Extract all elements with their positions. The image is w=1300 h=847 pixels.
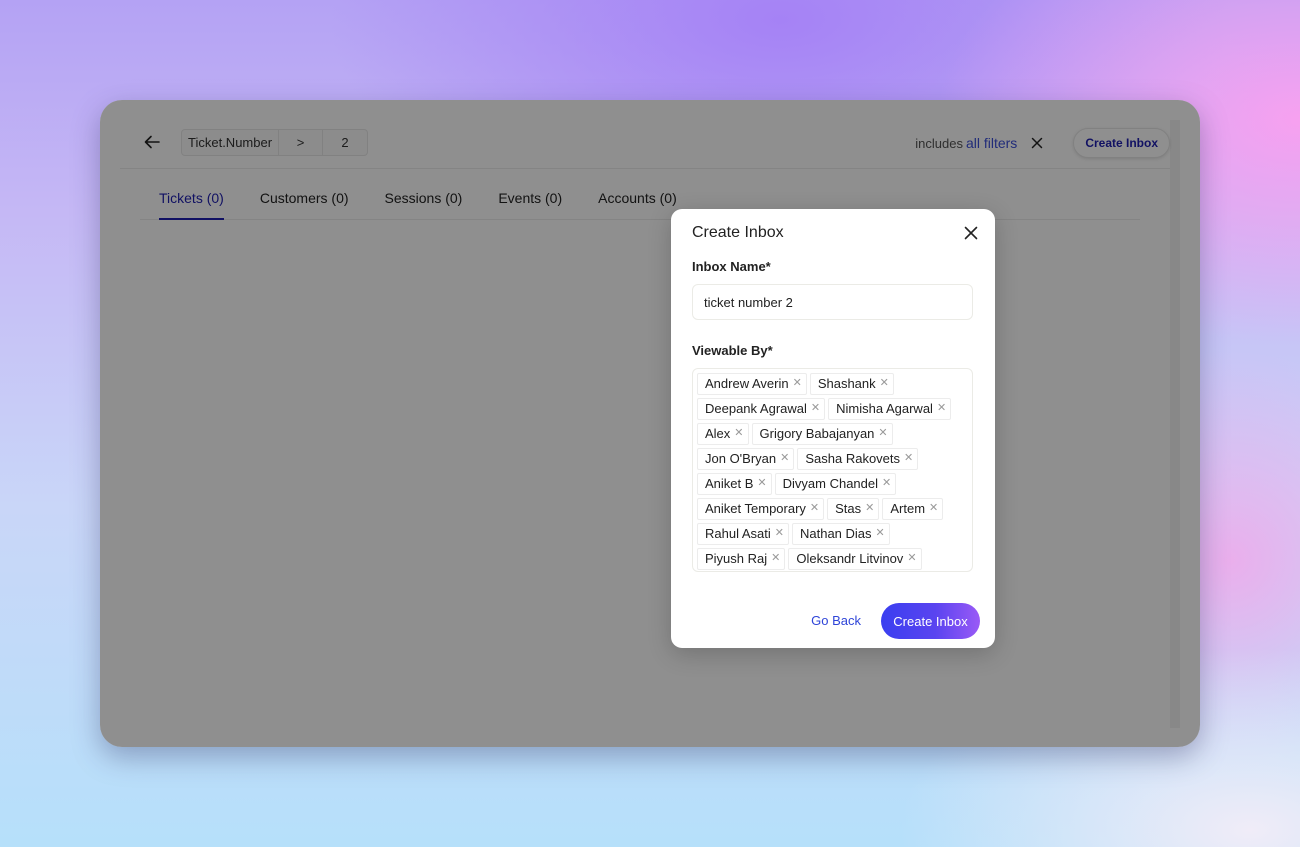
viewer-chip: Piyush Raj ✕ (697, 547, 786, 570)
viewer-chip: Shashank ✕ (809, 372, 894, 395)
remove-chip-icon[interactable]: ✕ (757, 478, 766, 489)
remove-chip-icon[interactable]: ✕ (865, 503, 874, 514)
go-back-button[interactable]: Go Back (811, 613, 861, 628)
viewer-chip-label: Aniket Temporary (705, 501, 806, 516)
viewer-chip-label: Alex (705, 426, 731, 441)
remove-chip-icon[interactable]: ✕ (734, 428, 743, 439)
close-icon (964, 226, 978, 240)
viewer-chip-label: Andrew Averin (705, 376, 789, 391)
viewer-chip: Divyam Chandel ✕ (774, 472, 897, 495)
remove-chip-icon[interactable]: ✕ (876, 528, 885, 539)
viewer-chip: Nimisha Agarwal ✕ (828, 397, 952, 420)
viewer-chip: Aniket B ✕ (697, 472, 772, 495)
viewer-chip-label: Oleksandr Litvinov (796, 551, 904, 566)
remove-chip-icon[interactable]: ✕ (904, 453, 913, 464)
viewer-chip-label: Rahul Asati (705, 526, 771, 541)
app-window: Ticket.Number > 2 includes all filters C… (100, 100, 1200, 747)
viewer-chip: Deepank Agrawal ✕ (697, 397, 826, 420)
viewer-chip-label: Grigory Babajanyan (759, 426, 875, 441)
viewer-chip-label: Nimisha Agarwal (836, 401, 933, 416)
viewer-chip: Jon O'Bryan ✕ (697, 447, 795, 470)
viewer-chip-label: Divyam Chandel (782, 476, 879, 491)
viewable-by-label: Viewable By* (692, 343, 773, 358)
remove-chip-icon[interactable]: ✕ (811, 403, 820, 414)
viewer-chip-label: Sasha Rakovets (805, 451, 901, 466)
remove-chip-icon[interactable]: ✕ (771, 553, 780, 564)
dialog-title: Create Inbox (692, 224, 784, 241)
create-inbox-dialog: Create Inbox Inbox Name* Viewable By* An… (671, 209, 995, 648)
create-inbox-button[interactable]: Create Inbox (881, 603, 980, 639)
viewer-chip-label: Deepank Agrawal (705, 401, 807, 416)
viewer-chip: Grigory Babajanyan ✕ (751, 422, 893, 445)
remove-chip-icon[interactable]: ✕ (810, 503, 819, 514)
viewer-chip: Oleksandr Litvinov ✕ (788, 547, 922, 570)
viewer-chip: Aniket Temporary ✕ (697, 497, 825, 520)
remove-chip-icon[interactable]: ✕ (878, 428, 887, 439)
viewer-chip-label: Stas (835, 501, 862, 516)
inbox-name-input[interactable] (692, 284, 973, 320)
remove-chip-icon[interactable]: ✕ (780, 453, 789, 464)
viewer-chip-label: Aniket B (705, 476, 754, 491)
remove-chip-icon[interactable]: ✕ (907, 553, 916, 564)
remove-chip-icon[interactable]: ✕ (929, 503, 938, 514)
remove-chip-icon[interactable]: ✕ (775, 528, 784, 539)
viewer-chip-label: Jon O'Bryan (705, 451, 777, 466)
viewer-chip: Andrew Averin ✕ (697, 372, 807, 395)
inbox-name-label: Inbox Name* (692, 259, 771, 274)
viewer-chip: Nathan Dias ✕ (791, 522, 890, 545)
remove-chip-icon[interactable]: ✕ (937, 403, 946, 414)
viewer-chip-label: Piyush Raj (705, 551, 768, 566)
modal-backdrop[interactable] (100, 100, 1200, 747)
viewer-chip-label: Shashank (817, 376, 876, 391)
viewer-chip-label: Nathan Dias (799, 526, 872, 541)
viewer-chip: Stas ✕ (827, 497, 880, 520)
viewer-chip: Alex ✕ (697, 422, 749, 445)
dialog-close-button[interactable] (962, 224, 980, 242)
remove-chip-icon[interactable]: ✕ (880, 378, 889, 389)
remove-chip-icon[interactable]: ✕ (793, 378, 802, 389)
viewer-chip: Rahul Asati ✕ (697, 522, 789, 545)
viewer-chip: Sasha Rakovets ✕ (797, 447, 919, 470)
viewer-chip-label: Artem (890, 501, 926, 516)
remove-chip-icon[interactable]: ✕ (882, 478, 891, 489)
viewable-by-select[interactable]: Andrew Averin ✕ Shashank ✕ Deepank Agrawal ✕ N… (692, 368, 973, 572)
viewer-chip: Artem ✕ (882, 497, 944, 520)
